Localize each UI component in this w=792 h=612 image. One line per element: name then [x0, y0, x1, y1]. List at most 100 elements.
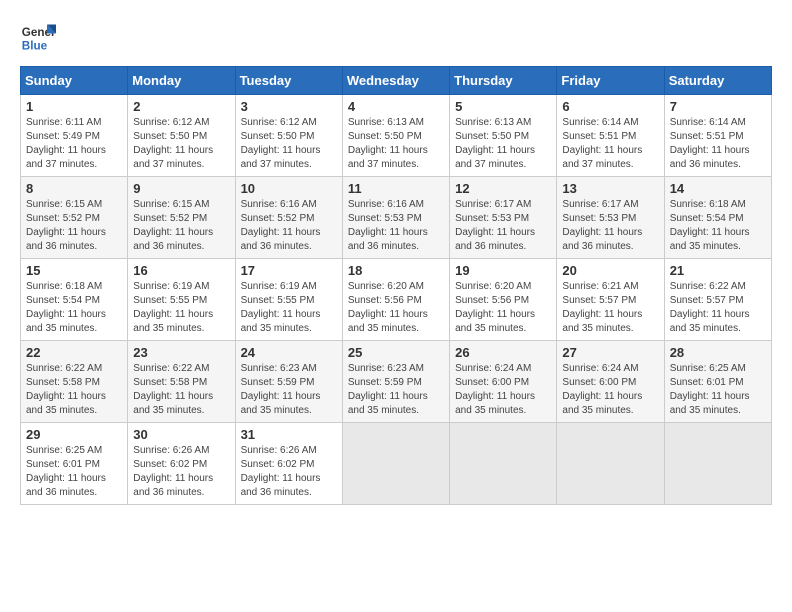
- day-number: 22: [26, 345, 122, 360]
- day-number: 21: [670, 263, 766, 278]
- day-info: Sunrise: 6:13 AM Sunset: 5:50 PM Dayligh…: [455, 116, 551, 172]
- calendar-cell: 22 Sunrise: 6:22 AM Sunset: 5:58 PM Dayli…: [21, 341, 128, 423]
- calendar-week-3: 15 Sunrise: 6:18 AM Sunset: 5:54 PM Dayli…: [21, 259, 772, 341]
- day-info: Sunrise: 6:15 AM Sunset: 5:52 PM Dayligh…: [133, 198, 229, 254]
- calendar-cell: 11Sunrise: 6:16 AM Sunset: 5:53 PM Dayli…: [342, 177, 449, 259]
- day-number: 8: [26, 181, 122, 196]
- calendar-cell: 27 Sunrise: 6:24 AM Sunset: 6:00 PM Dayli…: [557, 341, 664, 423]
- day-info: Sunrise: 6:18 AM Sunset: 5:54 PM Dayligh…: [670, 198, 766, 254]
- day-info: Sunrise: 6:25 AM Sunset: 6:01 PM Dayligh…: [26, 444, 122, 500]
- day-number: 14: [670, 181, 766, 196]
- day-info: Sunrise: 6:24 AM Sunset: 6:00 PM Dayligh…: [455, 362, 551, 418]
- day-number: 24: [241, 345, 337, 360]
- day-number: 3: [241, 99, 337, 114]
- day-info: Sunrise: 6:20 AM Sunset: 5:56 PM Dayligh…: [348, 280, 444, 336]
- day-header-wednesday: Wednesday: [342, 67, 449, 95]
- calendar-cell: 4 Sunrise: 6:13 AM Sunset: 5:50 PM Daylig…: [342, 95, 449, 177]
- calendar-cell: [450, 423, 557, 505]
- day-number: 4: [348, 99, 444, 114]
- calendar-cell: 28 Sunrise: 6:25 AM Sunset: 6:01 PM Dayli…: [664, 341, 771, 423]
- calendar-cell: 7Sunrise: 6:14 AM Sunset: 5:51 PM Daylig…: [664, 95, 771, 177]
- day-header-friday: Friday: [557, 67, 664, 95]
- day-number: 6: [562, 99, 658, 114]
- day-number: 20: [562, 263, 658, 278]
- day-number: 26: [455, 345, 551, 360]
- day-number: 13: [562, 181, 658, 196]
- day-number: 10: [241, 181, 337, 196]
- day-number: 30: [133, 427, 229, 442]
- calendar-cell: 3 Sunrise: 6:12 AM Sunset: 5:50 PM Daylig…: [235, 95, 342, 177]
- day-info: Sunrise: 6:19 AM Sunset: 5:55 PM Dayligh…: [241, 280, 337, 336]
- day-info: Sunrise: 6:21 AM Sunset: 5:57 PM Dayligh…: [562, 280, 658, 336]
- day-number: 23: [133, 345, 229, 360]
- day-info: Sunrise: 6:23 AM Sunset: 5:59 PM Dayligh…: [348, 362, 444, 418]
- day-info: Sunrise: 6:23 AM Sunset: 5:59 PM Dayligh…: [241, 362, 337, 418]
- day-number: 1: [26, 99, 122, 114]
- calendar-cell: 5Sunrise: 6:13 AM Sunset: 5:50 PM Daylig…: [450, 95, 557, 177]
- calendar-header-row: SundayMondayTuesdayWednesdayThursdayFrid…: [21, 67, 772, 95]
- day-info: Sunrise: 6:12 AM Sunset: 5:50 PM Dayligh…: [133, 116, 229, 172]
- day-number: 28: [670, 345, 766, 360]
- day-number: 19: [455, 263, 551, 278]
- day-info: Sunrise: 6:12 AM Sunset: 5:50 PM Dayligh…: [241, 116, 337, 172]
- day-number: 27: [562, 345, 658, 360]
- logo-icon: General Blue: [20, 20, 56, 56]
- calendar-cell: 16 Sunrise: 6:19 AM Sunset: 5:55 PM Dayli…: [128, 259, 235, 341]
- calendar-cell: 24 Sunrise: 6:23 AM Sunset: 5:59 PM Dayli…: [235, 341, 342, 423]
- day-info: Sunrise: 6:22 AM Sunset: 5:58 PM Dayligh…: [26, 362, 122, 418]
- calendar-cell: 25 Sunrise: 6:23 AM Sunset: 5:59 PM Dayli…: [342, 341, 449, 423]
- calendar-cell: 17 Sunrise: 6:19 AM Sunset: 5:55 PM Dayli…: [235, 259, 342, 341]
- calendar-cell: 18Sunrise: 6:20 AM Sunset: 5:56 PM Dayli…: [342, 259, 449, 341]
- calendar-cell: [557, 423, 664, 505]
- svg-text:Blue: Blue: [22, 40, 48, 53]
- day-info: Sunrise: 6:19 AM Sunset: 5:55 PM Dayligh…: [133, 280, 229, 336]
- day-info: Sunrise: 6:15 AM Sunset: 5:52 PM Dayligh…: [26, 198, 122, 254]
- day-header-tuesday: Tuesday: [235, 67, 342, 95]
- day-info: Sunrise: 6:16 AM Sunset: 5:53 PM Dayligh…: [348, 198, 444, 254]
- day-info: Sunrise: 6:13 AM Sunset: 5:50 PM Dayligh…: [348, 116, 444, 172]
- calendar-cell: 30 Sunrise: 6:26 AM Sunset: 6:02 PM Dayli…: [128, 423, 235, 505]
- calendar-cell: 31Sunrise: 6:26 AM Sunset: 6:02 PM Dayli…: [235, 423, 342, 505]
- day-number: 31: [241, 427, 337, 442]
- day-number: 12: [455, 181, 551, 196]
- calendar-table: SundayMondayTuesdayWednesdayThursdayFrid…: [20, 66, 772, 505]
- calendar-cell: 8 Sunrise: 6:15 AM Sunset: 5:52 PM Daylig…: [21, 177, 128, 259]
- calendar-week-4: 22 Sunrise: 6:22 AM Sunset: 5:58 PM Dayli…: [21, 341, 772, 423]
- page-header: General Blue: [20, 20, 772, 56]
- calendar-week-2: 8 Sunrise: 6:15 AM Sunset: 5:52 PM Daylig…: [21, 177, 772, 259]
- calendar-cell: 23 Sunrise: 6:22 AM Sunset: 5:58 PM Dayli…: [128, 341, 235, 423]
- day-number: 15: [26, 263, 122, 278]
- calendar-cell: 1 Sunrise: 6:11 AM Sunset: 5:49 PM Daylig…: [21, 95, 128, 177]
- day-number: 17: [241, 263, 337, 278]
- day-info: Sunrise: 6:14 AM Sunset: 5:51 PM Dayligh…: [670, 116, 766, 172]
- day-info: Sunrise: 6:25 AM Sunset: 6:01 PM Dayligh…: [670, 362, 766, 418]
- day-info: Sunrise: 6:17 AM Sunset: 5:53 PM Dayligh…: [455, 198, 551, 254]
- calendar-cell: 6 Sunrise: 6:14 AM Sunset: 5:51 PM Daylig…: [557, 95, 664, 177]
- day-number: 25: [348, 345, 444, 360]
- calendar-cell: 9Sunrise: 6:15 AM Sunset: 5:52 PM Daylig…: [128, 177, 235, 259]
- calendar-week-5: 29 Sunrise: 6:25 AM Sunset: 6:01 PM Dayli…: [21, 423, 772, 505]
- calendar-cell: 21 Sunrise: 6:22 AM Sunset: 5:57 PM Dayli…: [664, 259, 771, 341]
- day-header-sunday: Sunday: [21, 67, 128, 95]
- day-info: Sunrise: 6:22 AM Sunset: 5:57 PM Dayligh…: [670, 280, 766, 336]
- calendar-cell: 26 Sunrise: 6:24 AM Sunset: 6:00 PM Dayli…: [450, 341, 557, 423]
- day-info: Sunrise: 6:26 AM Sunset: 6:02 PM Dayligh…: [133, 444, 229, 500]
- day-info: Sunrise: 6:16 AM Sunset: 5:52 PM Dayligh…: [241, 198, 337, 254]
- calendar-cell: 19 Sunrise: 6:20 AM Sunset: 5:56 PM Dayli…: [450, 259, 557, 341]
- day-info: Sunrise: 6:14 AM Sunset: 5:51 PM Dayligh…: [562, 116, 658, 172]
- calendar-cell: 12 Sunrise: 6:17 AM Sunset: 5:53 PM Dayli…: [450, 177, 557, 259]
- calendar-cell: [664, 423, 771, 505]
- day-info: Sunrise: 6:18 AM Sunset: 5:54 PM Dayligh…: [26, 280, 122, 336]
- calendar-cell: 13Sunrise: 6:17 AM Sunset: 5:53 PM Dayli…: [557, 177, 664, 259]
- calendar-cell: 10 Sunrise: 6:16 AM Sunset: 5:52 PM Dayli…: [235, 177, 342, 259]
- day-number: 16: [133, 263, 229, 278]
- day-info: Sunrise: 6:20 AM Sunset: 5:56 PM Dayligh…: [455, 280, 551, 336]
- day-header-monday: Monday: [128, 67, 235, 95]
- calendar-cell: 2Sunrise: 6:12 AM Sunset: 5:50 PM Daylig…: [128, 95, 235, 177]
- day-number: 29: [26, 427, 122, 442]
- day-info: Sunrise: 6:22 AM Sunset: 5:58 PM Dayligh…: [133, 362, 229, 418]
- day-info: Sunrise: 6:11 AM Sunset: 5:49 PM Dayligh…: [26, 116, 122, 172]
- logo: General Blue: [20, 20, 56, 56]
- day-info: Sunrise: 6:24 AM Sunset: 6:00 PM Dayligh…: [562, 362, 658, 418]
- calendar-cell: 15 Sunrise: 6:18 AM Sunset: 5:54 PM Dayli…: [21, 259, 128, 341]
